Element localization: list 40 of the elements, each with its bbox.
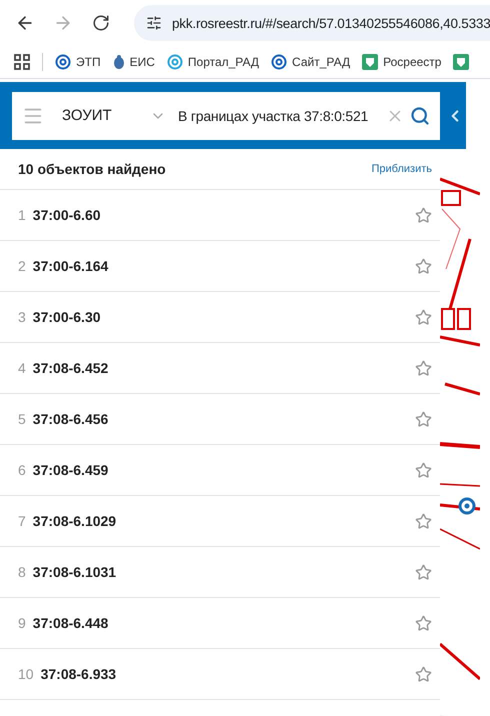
url-text: pkk.rosreestr.ru/#/search/57.01340255546086,40.5333 <box>172 16 490 30</box>
result-row[interactable]: 10 37:08-6.933 <box>0 649 440 700</box>
result-row[interactable]: 3 37:00-6.30 <box>0 292 440 343</box>
zone-code: 37:08-6.1031 <box>32 564 118 580</box>
bookmark[interactable]: Росреестр <box>362 54 442 70</box>
bookmark[interactable]: ЭТП <box>55 54 101 70</box>
address-bar[interactable]: pkk.rosreestr.ru/#/search/57.01340255546086,40.5333 <box>134 5 490 41</box>
zone-code: 37:08-6.448 <box>32 615 110 631</box>
zone-code: 37:08-6.1029 <box>32 513 118 529</box>
row-number: 10 <box>18 666 34 682</box>
result-row[interactable]: 9 37:08-6.448 <box>0 598 440 649</box>
zone-code: 37:08-6.933 <box>40 666 118 682</box>
result-row[interactable]: 4 37:08-6.452 <box>0 343 440 394</box>
zone-code: 37:08-6.456 <box>32 411 110 427</box>
bookmark[interactable]: Портал_РАД <box>166 54 260 70</box>
bookmark[interactable]: ЕИС <box>112 54 155 70</box>
row-number: 6 <box>18 462 26 478</box>
zone-code: 37:08-6.459 <box>32 462 110 478</box>
zone-code: 37:00-6.60 <box>32 207 102 223</box>
row-number: 5 <box>18 411 26 427</box>
zone-code: 37:00-6.30 <box>32 309 102 325</box>
row-number: 3 <box>18 309 26 325</box>
zoom-link[interactable]: Приблизить <box>372 163 432 175</box>
zone-code: 37:00-6.164 <box>32 258 110 274</box>
row-number: 9 <box>18 615 26 631</box>
row-number: 1 <box>18 207 26 223</box>
row-number: 2 <box>18 258 26 274</box>
result-row[interactable]: 8 37:08-6.1031 <box>0 547 440 598</box>
result-row[interactable]: 7 37:08-6.1029 <box>0 496 440 547</box>
result-row[interactable]: 1 37:00-6.60 <box>0 190 440 241</box>
row-number: 7 <box>18 513 26 529</box>
zone-code: 37:08-6.452 <box>32 360 110 376</box>
result-row[interactable]: 2 37:00-6.164 <box>0 241 440 292</box>
category-dropdown[interactable]: ЗОУИТ <box>62 107 166 124</box>
row-number: 8 <box>18 564 26 580</box>
result-row[interactable]: 5 37:08-6.456 <box>0 394 440 445</box>
bookmark[interactable]: Сайт_РАД <box>271 54 350 70</box>
results-count: 10 объектов найдено <box>18 161 166 177</box>
row-number: 4 <box>18 360 26 376</box>
result-row[interactable]: 6 37:08-6.459 <box>0 445 440 496</box>
